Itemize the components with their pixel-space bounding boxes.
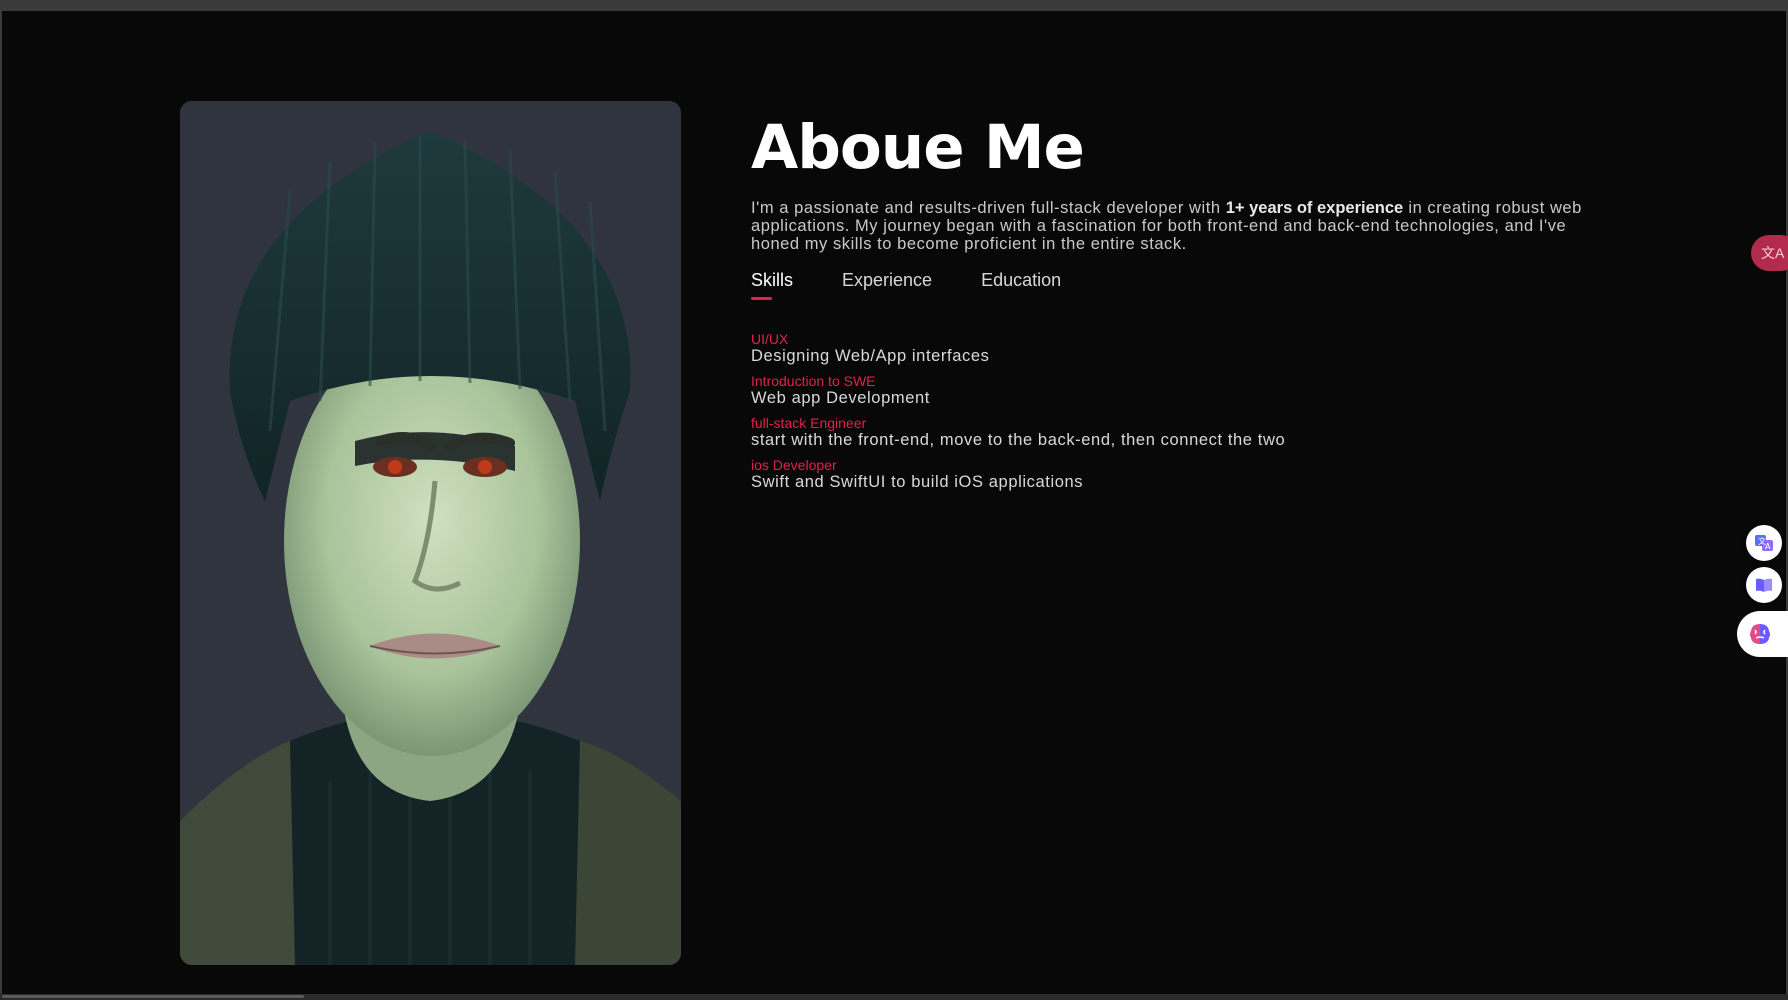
page-window: Aboue Me I'm a passionate and results-dr…: [2, 11, 1786, 994]
page-title: Aboue Me: [751, 112, 1085, 183]
portrait-illustration: [180, 101, 681, 965]
skill-item-ui-ux: UI/UX Designing Web/App interfaces: [751, 331, 1591, 365]
skill-title: full-stack Engineer: [751, 415, 867, 432]
svg-text:A: A: [1765, 542, 1771, 551]
tab-bar: Skills Experience Education: [751, 270, 1591, 301]
skill-title: UI/UX: [751, 331, 789, 348]
tab-skills[interactable]: Skills: [751, 270, 794, 301]
tab-experience-label: Experience: [842, 270, 933, 291]
translate-page-button[interactable]: 文 A: [1746, 525, 1782, 561]
skill-title: Introduction to SWE: [751, 373, 876, 390]
skill-description: start with the front-end, move to the ba…: [751, 431, 1286, 450]
skill-description: Designing Web/App interfaces: [751, 347, 990, 366]
ai-assistant-button[interactable]: [1737, 611, 1788, 657]
ai-brain-icon: [1750, 624, 1770, 644]
reader-mode-button[interactable]: [1746, 567, 1782, 603]
translate-icon: 文A: [1761, 245, 1785, 261]
skill-description: Swift and SwiftUI to build iOS applicati…: [751, 473, 1084, 492]
skill-item-full-stack: full-stack Engineer start with the front…: [751, 415, 1591, 449]
horizontal-scrollbar[interactable]: [0, 994, 1788, 1000]
translate-icon: 文 A: [1755, 535, 1773, 551]
reader-icon: [1756, 578, 1772, 592]
floating-translate-badge[interactable]: 文A: [1751, 235, 1788, 271]
intro-highlight: 1+ years of experience: [1225, 199, 1404, 218]
tab-education[interactable]: Education: [981, 270, 1061, 300]
tab-education-label: Education: [981, 270, 1062, 291]
tab-experience[interactable]: Experience: [842, 270, 932, 300]
about-section: Aboue Me I'm a passionate and results-dr…: [751, 111, 1591, 499]
active-tab-indicator: [751, 297, 772, 301]
skill-item-swe: Introduction to SWE Web app Development: [751, 373, 1591, 407]
scrollbar-thumb[interactable]: [2, 995, 304, 998]
skill-item-ios: ios Developer Swift and SwiftUI to build…: [751, 457, 1591, 491]
skill-title: ios Developer: [751, 457, 837, 474]
intro-paragraph: I'm a passionate and results-driven full…: [751, 199, 1591, 253]
intro-text-start: I'm a passionate and results-driven full…: [751, 199, 1226, 218]
tab-skills-label: Skills: [751, 270, 794, 291]
profile-photo: [180, 101, 681, 965]
skill-description: Web app Development: [751, 389, 930, 408]
skills-list: UI/UX Designing Web/App interfaces Intro…: [751, 331, 1591, 491]
